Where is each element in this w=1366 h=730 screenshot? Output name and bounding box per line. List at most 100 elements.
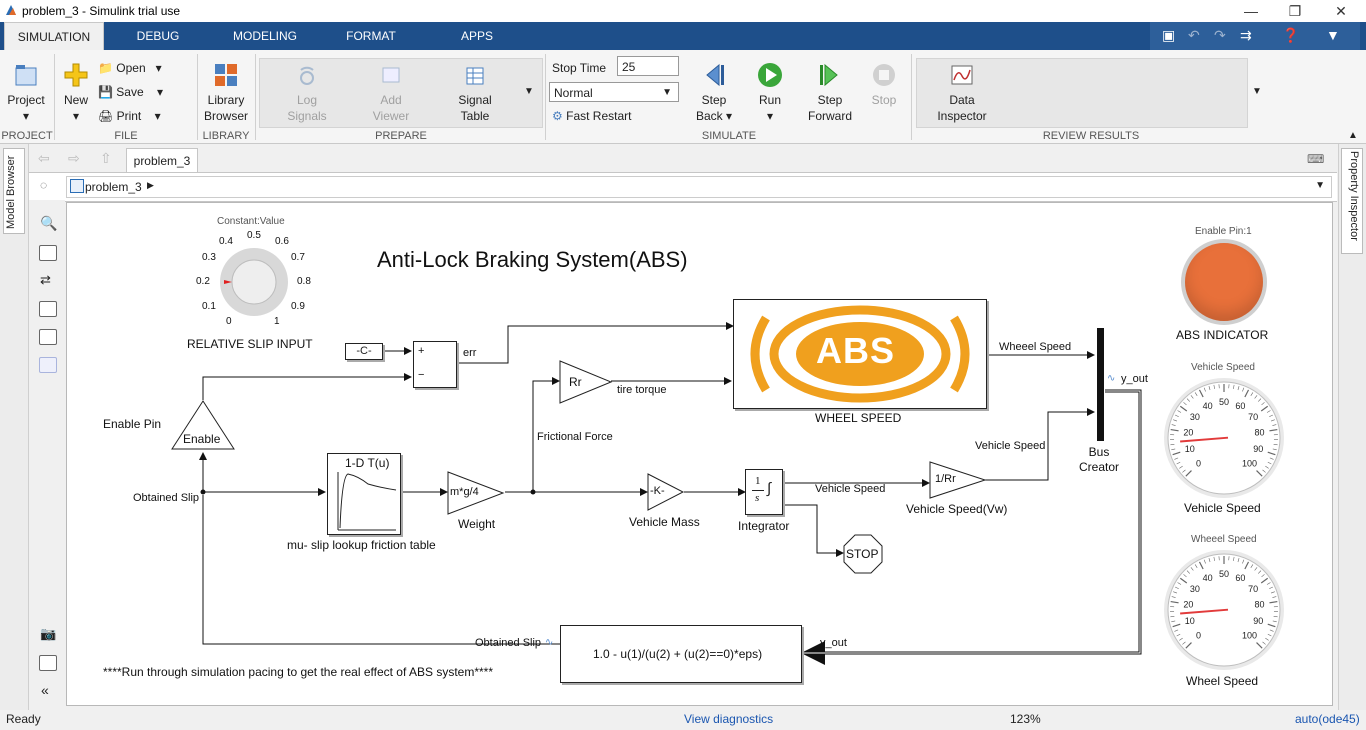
collapse-ribbon-icon[interactable]: ▲ xyxy=(1348,130,1358,141)
y-out-input-label: y_out xyxy=(820,637,847,649)
forward-arrow-icon[interactable]: ⇨ xyxy=(68,150,80,167)
data-inspector-button[interactable]: Data Inspector xyxy=(934,64,990,124)
knob-label: RELATIVE SLIP INPUT xyxy=(187,337,313,351)
view-diagnostics-link[interactable]: View diagnostics xyxy=(684,712,773,726)
lookup-table-block[interactable]: 1-D T(u) xyxy=(327,453,401,535)
redo-icon[interactable]: ↷ xyxy=(1214,27,1226,44)
prepare-expand-icon[interactable]: ▼ xyxy=(524,86,534,97)
model-note: ****Run through simulation pacing to get… xyxy=(103,665,494,679)
step-back-button[interactable]: Step Back ▾ xyxy=(692,62,736,124)
slip-function-block[interactable]: 1.0 - u(1)/(u(2) + (u(2)==0)*eps) xyxy=(560,625,802,683)
zoom-level: 123% xyxy=(1010,712,1041,726)
back-arrow-icon[interactable]: ⇦ xyxy=(38,150,50,167)
breadcrumb-dropdown-icon: ▼ xyxy=(1315,180,1325,191)
sum-block[interactable]: + − xyxy=(413,341,457,388)
close-button[interactable]: ✕ xyxy=(1318,0,1364,22)
breadcrumb[interactable]: problem_3 ▶ ▼ xyxy=(66,176,1332,198)
vehicle-mass-gain-block[interactable]: -K- xyxy=(647,473,685,511)
library-browser-button[interactable]: Library Browser xyxy=(202,62,250,124)
fast-restart-icon: ⚙ xyxy=(552,109,563,123)
add-viewer-icon xyxy=(382,67,400,83)
vehicle-mass-label: Vehicle Mass xyxy=(629,515,700,529)
inverse-rr-gain-block[interactable]: 1/Rr xyxy=(929,461,987,499)
fast-restart-toggle[interactable]: ⚙ Fast Restart xyxy=(552,109,631,123)
wheel-speed-gauge[interactable]: 0 10 20 30 40 50 60 70 80 90 100 xyxy=(1161,547,1287,673)
model-browser-tab[interactable]: Model Browser xyxy=(3,148,25,234)
step-forward-button[interactable]: Step Forward xyxy=(806,62,854,124)
obtained-slip-label: Obtained Slip xyxy=(133,492,200,504)
signal-table-button[interactable]: Signal Table xyxy=(450,64,500,124)
weight-gain-block[interactable]: m*g/4 xyxy=(447,471,505,515)
gauge-tick-label: 90 xyxy=(1253,616,1263,626)
area-icon[interactable] xyxy=(39,357,57,373)
tab-format[interactable]: FORMAT xyxy=(336,22,406,50)
shortcut-icon[interactable]: ⇉ xyxy=(1240,27,1252,44)
gauge-tick-label: 20 xyxy=(1183,427,1193,437)
settings-icon[interactable]: ▼ xyxy=(1326,27,1340,43)
integrator-block[interactable]: 1 s ∫ xyxy=(745,469,783,515)
tab-modeling[interactable]: MODELING xyxy=(222,22,308,50)
print-button[interactable]: 🖨 Print ▾ xyxy=(98,108,161,124)
rr-gain-block[interactable]: Rr xyxy=(559,360,613,404)
disk-icon: 💾 xyxy=(98,85,113,99)
printer-icon: 🖨 xyxy=(98,109,114,123)
gauge-tick-label: 40 xyxy=(1203,401,1213,411)
section-prepare: PREPARE xyxy=(375,130,427,142)
simulation-mode-select[interactable]: Normal ▼ xyxy=(549,82,679,102)
property-inspector-tab[interactable]: Property Inspector xyxy=(1341,148,1363,254)
hide-show-icon[interactable]: ◌ xyxy=(40,178,47,192)
zoom-icon[interactable]: 🔍 xyxy=(40,215,57,232)
annotation-icon[interactable] xyxy=(39,301,57,317)
new-button[interactable]: New ▾ xyxy=(58,62,94,124)
camera-icon[interactable]: 📷 xyxy=(40,626,56,642)
model-tab[interactable]: problem_3 xyxy=(126,148,198,173)
model-data-icon[interactable] xyxy=(39,655,57,671)
enable-block[interactable]: Enable xyxy=(170,399,236,453)
solver-link[interactable]: auto(ode45) xyxy=(1295,712,1360,726)
review-expand-icon[interactable]: ▼ xyxy=(1252,86,1262,97)
bus-creator-block[interactable] xyxy=(1097,328,1104,441)
status-bar: Ready View diagnostics 123% auto(ode45) xyxy=(0,710,1366,730)
stop-simulation-block[interactable]: STOP xyxy=(843,534,883,574)
model-canvas[interactable]: Anti-Lock Braking System(ABS) Constant:V… xyxy=(66,202,1333,706)
keyboard-icon[interactable]: ⌨ xyxy=(1307,152,1324,166)
vehicle-speed-gauge[interactable]: 0 10 20 30 40 50 60 70 80 90 100 xyxy=(1161,375,1287,501)
tab-simulation[interactable]: SIMULATION xyxy=(4,22,104,51)
weight-label: Weight xyxy=(458,517,496,531)
gauge-tick-label: 70 xyxy=(1248,412,1258,422)
wheel-speed-gauge-label: Wheel Speed xyxy=(1186,674,1259,688)
wheel-speed-subsystem[interactable]: ABS xyxy=(733,299,987,409)
minimize-button[interactable]: — xyxy=(1228,0,1274,22)
open-button[interactable]: 📁 Open ▾ xyxy=(98,60,162,76)
constant-block[interactable]: -C- xyxy=(345,343,383,360)
stop-time-input[interactable]: 25 xyxy=(617,56,679,76)
maximize-button[interactable]: ❐ xyxy=(1272,0,1318,22)
fit-to-view-icon[interactable] xyxy=(39,245,57,261)
arrow-icon[interactable]: ⇄ xyxy=(40,272,51,288)
abs-indicator-label: ABS INDICATOR xyxy=(1176,328,1269,342)
knob-header: Constant:Value xyxy=(217,216,285,227)
add-viewer-button[interactable]: Add Viewer xyxy=(366,64,416,124)
gauge-tick-label: 70 xyxy=(1248,584,1258,594)
log-signals-button[interactable]: Log Signals xyxy=(282,64,332,124)
help-icon[interactable]: ❓ xyxy=(1282,27,1299,44)
tab-apps[interactable]: APPS xyxy=(448,22,506,50)
run-button[interactable]: Run ▾ xyxy=(750,62,790,124)
tire-torque-label: tire torque xyxy=(617,384,667,396)
abs-indicator-lamp[interactable] xyxy=(1181,239,1267,325)
lookup-curve xyxy=(337,472,397,531)
project-button[interactable]: Project ▾ xyxy=(4,62,48,124)
gauge-2-header: Wheeel Speed xyxy=(1191,534,1257,545)
vehicle-speed-vw-label: Vehicle Speed(Vw) xyxy=(906,502,1008,516)
image-icon[interactable] xyxy=(39,329,57,345)
collapse-palette-icon[interactable]: « xyxy=(41,682,49,698)
save-icon[interactable]: ▣ xyxy=(1162,27,1175,44)
tab-debug[interactable]: DEBUG xyxy=(122,22,194,50)
relative-slip-knob[interactable]: 0.4 0.5 0.6 0.3 0.7 0.2 0.8 0.1 0.9 0 1 xyxy=(192,230,320,330)
stop-button[interactable]: Stop xyxy=(866,62,902,108)
up-arrow-icon[interactable]: ⇧ xyxy=(100,150,112,167)
lamp-header: Enable Pin:1 xyxy=(1195,226,1252,237)
undo-icon[interactable]: ↶ xyxy=(1188,27,1200,44)
save-button[interactable]: 💾 Save ▾ xyxy=(98,84,163,100)
frictional-force-label: Frictional Force xyxy=(537,431,613,443)
